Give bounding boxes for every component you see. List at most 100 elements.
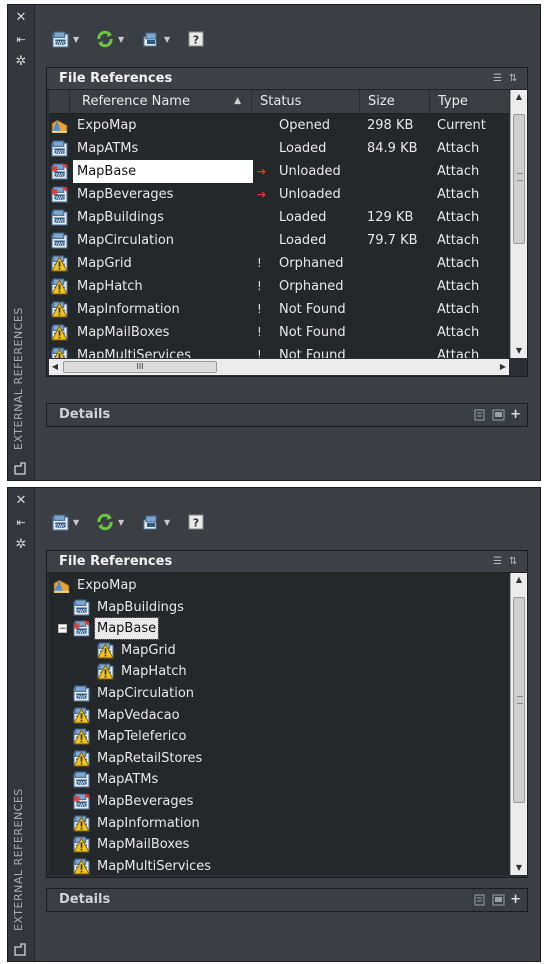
tree-item[interactable]: MapBuildings xyxy=(73,597,186,618)
dwg-warning-icon xyxy=(73,707,90,724)
change-path-button[interactable]: ▼ xyxy=(142,510,170,534)
attach-reference-icon[interactable] xyxy=(13,460,29,476)
table-row[interactable]: MapATMs Loaded 84.9 KB Attach xyxy=(49,137,509,160)
properties-gear-icon[interactable]: ✲ xyxy=(13,538,29,552)
help-button[interactable]: ? xyxy=(188,27,204,51)
table-row[interactable]: MapGrid! Orphaned Attach xyxy=(49,252,509,275)
external-references-palette-list: ✕ ⇤ ✲ EXTERNAL REFERENCES ▼ ▼ ▼ ? File R… xyxy=(7,4,541,481)
scroll-right-icon[interactable]: ▶ xyxy=(497,359,509,375)
reference-type: Attach xyxy=(437,325,480,340)
details-panel[interactable]: Details + xyxy=(46,403,528,427)
expand-details-icon[interactable]: + xyxy=(510,889,521,911)
scroll-left-icon[interactable]: ◀ xyxy=(49,359,61,375)
dwg-unloaded-icon xyxy=(51,163,68,180)
details-view-icon[interactable] xyxy=(474,894,487,906)
details-view-icon[interactable] xyxy=(474,409,487,421)
dwg-file-icon xyxy=(51,140,68,157)
scroll-up-icon[interactable]: ▲ xyxy=(511,573,527,587)
tree-item[interactable]: MapMailBoxes xyxy=(73,834,191,855)
details-panel[interactable]: Details + xyxy=(46,888,528,912)
reference-size: 79.7 KB xyxy=(367,233,418,248)
dwg-unloaded-icon xyxy=(73,620,90,637)
attach-dwg-button[interactable]: ▼ xyxy=(52,27,79,51)
dwg-warning-icon xyxy=(73,815,90,832)
table-row[interactable]: MapCirculation Loaded 79.7 KB Attach xyxy=(49,229,509,252)
chevron-down-icon[interactable]: ▼ xyxy=(73,518,79,527)
tree-item-label: MapGrid xyxy=(121,642,176,658)
tree-item[interactable]: MapMultiServices xyxy=(73,856,213,875)
scrollbar-thumb[interactable] xyxy=(513,114,525,244)
tree-item[interactable]: MapVedacao xyxy=(73,705,182,726)
list-view-icon[interactable]: ☰ xyxy=(493,556,505,568)
palette-title: EXTERNAL REFERENCES xyxy=(12,307,25,450)
tree-item[interactable]: MapATMs xyxy=(73,769,160,790)
reference-size xyxy=(367,344,429,358)
exclamation-icon: ! xyxy=(257,348,262,358)
horizontal-scrollbar[interactable]: ◀ III ▶ xyxy=(49,359,509,375)
chevron-down-icon[interactable]: ▼ xyxy=(164,518,170,527)
scroll-down-icon[interactable]: ▼ xyxy=(511,861,527,875)
column-status[interactable]: Status xyxy=(251,90,359,113)
horizontal-scrollbar-thumb[interactable]: III xyxy=(63,361,217,373)
tree-item[interactable]: MapTeleferico xyxy=(73,726,188,747)
tree-item[interactable]: MapGrid xyxy=(97,640,178,661)
help-button[interactable]: ? xyxy=(188,510,204,534)
chevron-down-icon[interactable]: ▼ xyxy=(73,35,79,44)
attach-reference-icon[interactable] xyxy=(13,941,29,957)
table-row[interactable]: MapHatch! Orphaned Attach xyxy=(49,275,509,298)
column-reference-name[interactable]: Reference Name ▲ xyxy=(69,90,251,113)
table-row[interactable]: MapMultiServices! Not Found Attach xyxy=(49,344,509,358)
vertical-scrollbar[interactable]: ▲ ▼ xyxy=(510,573,527,875)
tree-item[interactable]: − MapBase xyxy=(53,617,160,641)
preview-icon[interactable] xyxy=(492,409,505,421)
tree-view-icon[interactable]: ⇅ xyxy=(509,556,521,568)
attach-dwg-button[interactable]: ▼ xyxy=(52,510,79,534)
tree-item[interactable]: ExpoMap xyxy=(53,575,139,596)
tree-item[interactable]: MapRetailStores xyxy=(73,748,204,769)
table-row[interactable]: MapBuildings Loaded 129 KB Attach xyxy=(49,206,509,229)
change-path-button[interactable]: ▼ xyxy=(142,27,170,51)
table-row[interactable]: MapMailBoxes! Not Found Attach xyxy=(49,321,509,344)
collapse-icon[interactable]: − xyxy=(58,624,67,634)
table-row[interactable]: MapBeverages ➔ Unloaded Attach xyxy=(49,183,509,206)
table-row[interactable]: MapInformation! Not Found Attach xyxy=(49,298,509,321)
tree-item-label: MapTeleferico xyxy=(97,729,187,745)
tree-item[interactable]: MapCirculation xyxy=(73,683,196,704)
refresh-button[interactable]: ▼ xyxy=(96,27,124,51)
auto-hide-icon[interactable]: ⇤ xyxy=(13,516,29,530)
table-row[interactable]: MapBase ➔ Unloaded Attach xyxy=(49,160,509,183)
close-icon[interactable]: ✕ xyxy=(13,11,29,25)
reference-type: Attach xyxy=(437,233,480,248)
refresh-button[interactable]: ▼ xyxy=(96,510,124,534)
expand-details-icon[interactable]: + xyxy=(510,404,521,426)
table-row[interactable]: ExpoMap Opened 298 KB Current xyxy=(49,114,509,137)
close-icon[interactable]: ✕ xyxy=(13,494,29,508)
chevron-down-icon[interactable]: ▼ xyxy=(164,35,170,44)
svg-text:?: ? xyxy=(193,34,199,47)
tree-view-icon[interactable]: ⇅ xyxy=(509,73,521,85)
reference-status: Orphaned xyxy=(279,256,344,271)
tree-item[interactable]: MapInformation xyxy=(73,813,202,834)
scrollbar-thumb[interactable] xyxy=(513,597,525,803)
chevron-down-icon[interactable]: ▼ xyxy=(118,35,124,44)
exclamation-icon: ! xyxy=(257,302,262,316)
vertical-scrollbar[interactable]: ▲ ▼ xyxy=(510,90,527,358)
list-view-icon[interactable]: ☰ xyxy=(493,73,505,85)
tree-item[interactable]: MapBeverages xyxy=(73,791,195,812)
column-type[interactable]: Type xyxy=(429,90,509,113)
dwg-unloaded-icon xyxy=(51,186,68,203)
scroll-down-icon[interactable]: ▼ xyxy=(511,344,527,358)
reference-type: Attach xyxy=(437,302,480,317)
chevron-down-icon[interactable]: ▼ xyxy=(118,518,124,527)
preview-icon[interactable] xyxy=(492,894,505,906)
palette-title-strip: ✕ ⇤ ✲ EXTERNAL REFERENCES xyxy=(8,488,35,961)
reference-status: Opened xyxy=(279,118,330,133)
auto-hide-icon[interactable]: ⇤ xyxy=(13,33,29,47)
tree-item[interactable]: MapHatch xyxy=(97,661,189,682)
column-size[interactable]: Size xyxy=(359,90,429,113)
reference-name: MapCirculation xyxy=(77,233,175,248)
column-label: Status xyxy=(260,94,302,109)
reference-size: 84.9 KB xyxy=(367,141,418,156)
scroll-up-icon[interactable]: ▲ xyxy=(511,90,527,104)
properties-gear-icon[interactable]: ✲ xyxy=(13,55,29,69)
